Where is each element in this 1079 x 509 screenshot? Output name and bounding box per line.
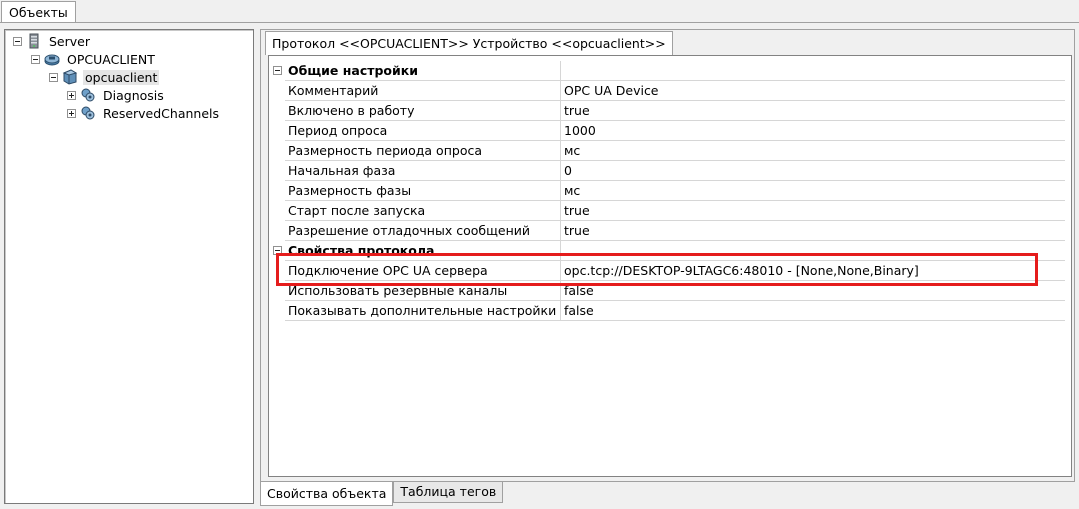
tree-item-label: ReservedChannels (103, 105, 220, 121)
row-gutter (269, 301, 285, 321)
collapse-icon[interactable] (49, 72, 58, 82)
category-value (561, 241, 1065, 261)
row-gutter (269, 221, 285, 241)
property-value[interactable]: 0 (561, 161, 1065, 181)
tab-properties-title[interactable]: Протокол <<OPCUACLIENT>> Устройство <<op… (265, 31, 673, 55)
row-gutter (269, 101, 285, 121)
property-name: Размерность фазы (285, 181, 561, 201)
row-gutter (269, 61, 285, 81)
row-gutter (269, 261, 285, 281)
property-value[interactable]: мс (561, 181, 1065, 201)
property-value[interactable]: false (561, 301, 1065, 321)
category-value (561, 61, 1065, 81)
property-row[interactable]: Размерность периода опроса мс (269, 141, 1065, 161)
device-icon (62, 69, 78, 85)
property-name: Начальная фаза (285, 161, 561, 181)
channel-icon (80, 105, 96, 121)
category-title: Общие настройки (285, 61, 561, 81)
category-title: Свойства протокола (285, 241, 561, 261)
row-gutter (269, 201, 285, 221)
tab-objects[interactable]: Объекты (1, 1, 76, 23)
property-name: Комментарий (285, 81, 561, 101)
collapse-icon[interactable] (273, 66, 282, 75)
tree-item-opcuaclient-protocol[interactable]: OPCUACLIENT (31, 50, 157, 68)
property-name: Старт после запуска (285, 201, 561, 221)
property-row[interactable]: Разрешение отладочных сообщений true (269, 221, 1065, 241)
tab-tag-table[interactable]: Таблица тегов (393, 482, 504, 503)
object-tree[interactable]: Server OPCUACLIENT opcuaclient Diagnosis… (4, 29, 254, 504)
property-value[interactable]: false (561, 281, 1065, 301)
property-row[interactable]: Включено в работу true (269, 101, 1065, 121)
property-name: Размерность периода опроса (285, 141, 561, 161)
tree-item-label: opcuaclient (83, 69, 160, 85)
collapse-icon[interactable] (273, 246, 282, 255)
row-gutter (269, 281, 285, 301)
row-gutter (269, 141, 285, 161)
row-gutter (269, 181, 285, 201)
tree-item-label: OPCUACLIENT (67, 51, 155, 67)
collapse-icon[interactable] (13, 36, 22, 46)
row-gutter (269, 81, 285, 101)
tab-strip-border (0, 22, 1079, 23)
property-row[interactable]: Использовать резервные каналы false (269, 281, 1065, 301)
property-row[interactable]: Размерность фазы мс (269, 181, 1065, 201)
channel-icon (80, 87, 96, 103)
property-name: Показывать дополнительные настройки (285, 301, 561, 321)
property-row[interactable]: Комментарий OPC UA Device (269, 81, 1065, 101)
property-row[interactable]: Показывать дополнительные настройки fals… (269, 301, 1065, 321)
property-name: Подключение OPC UA сервера (285, 261, 561, 281)
property-value[interactable]: true (561, 101, 1065, 121)
category-general[interactable]: Общие настройки (269, 61, 1065, 81)
row-gutter (269, 161, 285, 181)
tree-item-opcuaclient-device[interactable]: opcuaclient (49, 68, 160, 86)
tab-object-properties[interactable]: Свойства объекта (260, 482, 394, 506)
property-row[interactable]: Старт после запуска true (269, 201, 1065, 221)
property-row[interactable]: Начальная фаза 0 (269, 161, 1065, 181)
row-gutter (269, 121, 285, 141)
server-icon (26, 33, 42, 49)
protocol-icon (44, 51, 60, 67)
tree-item-label: Diagnosis (103, 87, 164, 103)
property-value[interactable]: true (561, 221, 1065, 241)
property-grid[interactable]: Общие настройки Комментарий OPC UA Devic… (268, 55, 1072, 477)
row-gutter (269, 241, 285, 261)
property-value[interactable]: OPC UA Device (561, 81, 1065, 101)
property-value[interactable]: true (561, 201, 1065, 221)
property-row-opc-connection[interactable]: Подключение OPC UA сервера opc.tcp://DES… (269, 261, 1065, 281)
collapse-icon[interactable] (31, 54, 40, 64)
tree-item-label: Server (49, 33, 90, 49)
property-value[interactable]: opc.tcp://DESKTOP-9LTAGC6:48010 - [None,… (561, 261, 1065, 281)
property-value[interactable]: мс (561, 141, 1065, 161)
tree-item-diagnosis[interactable]: Diagnosis (67, 86, 166, 104)
category-protocol[interactable]: Свойства протокола (269, 241, 1065, 261)
property-row[interactable]: Период опроса 1000 (269, 121, 1065, 141)
tree-item-server[interactable]: Server (13, 32, 92, 50)
expand-icon[interactable] (67, 108, 76, 118)
expand-icon[interactable] (67, 90, 76, 100)
property-name: Использовать резервные каналы (285, 281, 561, 301)
bottom-tab-strip: Свойства объекта Таблица тегов (260, 482, 504, 506)
property-value[interactable]: 1000 (561, 121, 1065, 141)
property-name: Включено в работу (285, 101, 561, 121)
tree-item-reservedchannels[interactable]: ReservedChannels (67, 104, 221, 122)
property-name: Период опроса (285, 121, 561, 141)
property-name: Разрешение отладочных сообщений (285, 221, 561, 241)
